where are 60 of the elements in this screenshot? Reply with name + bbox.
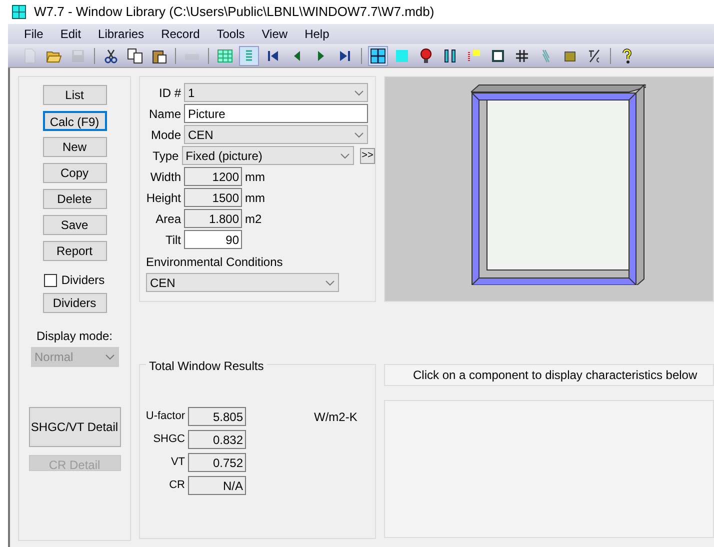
result-label: SHGC <box>152 432 186 448</box>
field-label: Mode <box>150 126 182 144</box>
text-field[interactable]: Picture <box>184 104 368 123</box>
side-button[interactable]: Save <box>42 215 106 235</box>
result-value: 0.832 <box>188 430 246 449</box>
unit-label: mm <box>245 190 265 206</box>
chevron-icon <box>340 152 350 158</box>
result-value: 0.752 <box>188 453 246 472</box>
side-button[interactable]: Calc (F9) <box>42 111 106 131</box>
field-label: Tilt <box>164 232 182 248</box>
select-field[interactable]: CEN <box>184 125 368 144</box>
result-label: U-factor <box>144 409 186 424</box>
field-label: ID # <box>158 84 182 102</box>
checkbox[interactable] <box>44 274 58 286</box>
side-button[interactable]: Copy <box>42 163 106 183</box>
side-button[interactable]: List <box>42 85 106 105</box>
unit-label: mm <box>245 168 265 186</box>
field-label: Environmental Conditions <box>146 254 284 271</box>
side-button[interactable]: SHGC/VT Detail <box>28 407 120 447</box>
copy-icon[interactable] <box>125 46 145 66</box>
number-field: 1.800 <box>184 209 242 228</box>
checkbox-label: Dividers <box>61 272 105 289</box>
menu-item[interactable]: Libraries <box>98 25 144 43</box>
side-button[interactable]: New <box>42 137 106 157</box>
hint-bar: Click on a component to display characteristics below <box>384 364 714 386</box>
select-field[interactable]: 1 <box>184 83 368 102</box>
field-label: Area <box>154 210 182 228</box>
field-label: Display mode: <box>36 328 113 345</box>
menu-item[interactable]: Record <box>161 25 200 43</box>
result-label: VT <box>170 455 186 470</box>
field-label: Type <box>152 148 180 164</box>
menu-item[interactable]: Edit <box>60 25 82 43</box>
number-field: 1200 <box>184 167 242 186</box>
menu-item[interactable]: Tools <box>216 25 245 43</box>
window-title: W7.7 - Window Library (C:\Users\Public\LBNL\WINDOW7.7\W7.mdb) <box>34 3 434 22</box>
select-field[interactable]: Fixed (picture) <box>182 146 354 165</box>
chevron-icon <box>325 280 335 286</box>
result-label: CR <box>168 478 186 494</box>
select-field[interactable]: CEN <box>146 273 339 292</box>
field-label: Height <box>146 190 182 206</box>
chevron-icon <box>354 90 364 96</box>
chevron-icon <box>104 354 114 360</box>
side-button[interactable]: Dividers <box>42 293 106 313</box>
number-field[interactable]: 90 <box>184 230 242 249</box>
result-value: 5.805 <box>188 407 246 426</box>
field-label: Width <box>149 168 182 186</box>
unit-label: W/m2-K <box>314 408 358 426</box>
more-button[interactable]: >> <box>360 148 375 164</box>
app-icon <box>12 5 26 19</box>
number-field: 1500 <box>184 188 242 207</box>
window-icon[interactable] <box>368 46 388 66</box>
menu-item[interactable]: File <box>24 25 44 43</box>
side-button[interactable]: Report <box>42 241 106 261</box>
result-value: N/A <box>188 476 246 495</box>
menu-item[interactable]: View <box>262 25 288 43</box>
field-label: Name <box>148 106 182 122</box>
chevron-icon <box>354 132 364 138</box>
menu-item[interactable]: Help <box>304 25 330 43</box>
unit-label: m2 <box>245 210 262 228</box>
side-button[interactable]: Delete <box>42 189 106 209</box>
